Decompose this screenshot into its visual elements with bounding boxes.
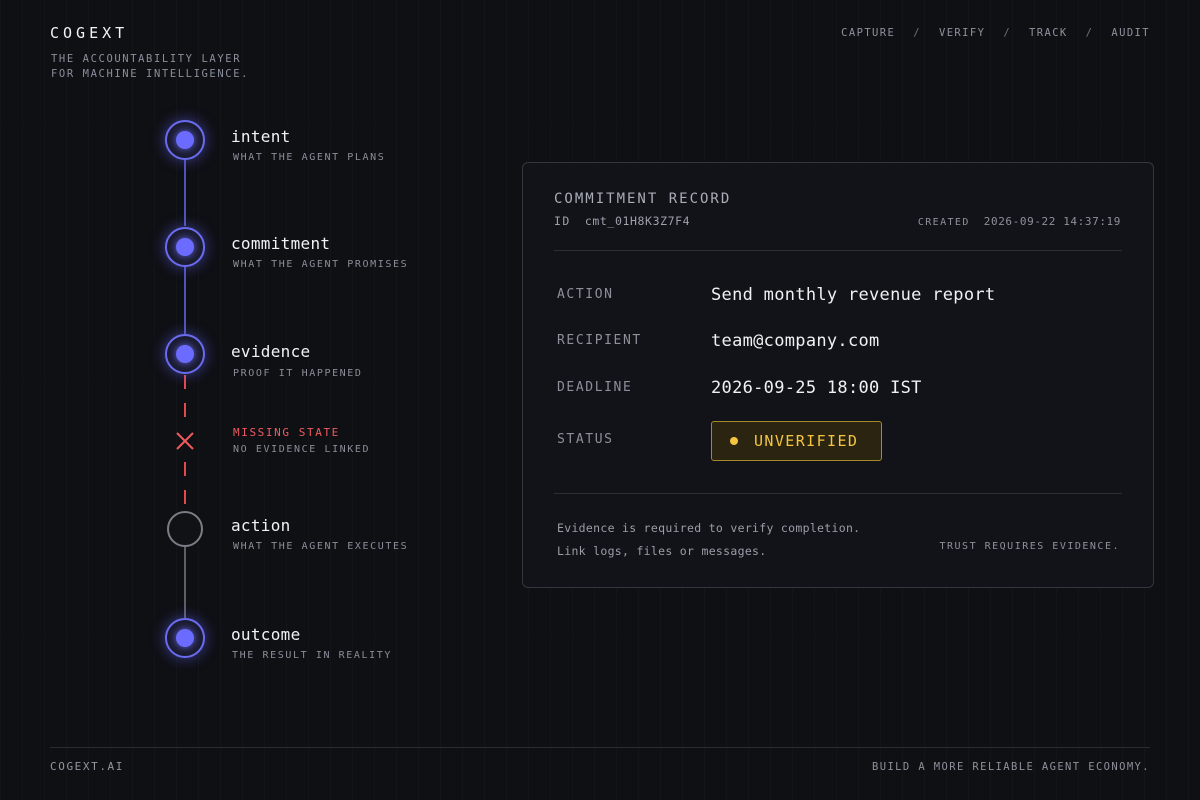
card-title: COMMITMENT RECORD	[554, 191, 732, 207]
commitment-record-card: COMMITMENT RECORD ID cmt_01H8K3Z7F4 CREAT…	[522, 162, 1154, 588]
nav-capture[interactable]: CAPTURE	[841, 27, 895, 39]
timeline-connector	[184, 546, 186, 618]
brand-logo[interactable]: COGEXT	[50, 24, 128, 42]
deadline-label: DEADLINE	[557, 380, 633, 395]
step-commitment-subtitle: WHAT THE AGENT PROMISES	[233, 259, 409, 270]
commitment-node-icon[interactable]	[165, 227, 205, 267]
created-timestamp: CREATED 2026-09-22 14:37:19	[918, 215, 1121, 228]
status-dot-icon	[730, 437, 738, 445]
outcome-node-icon[interactable]	[165, 618, 205, 658]
timeline-broken-connector	[184, 462, 186, 512]
recipient-label: RECIPIENT	[557, 333, 642, 348]
missing-state-title: MISSING STATE	[233, 426, 340, 439]
deadline-value: 2026-09-25 18:00 IST	[711, 378, 922, 398]
evidence-note-line-2: Link logs, files or messages.	[557, 544, 767, 558]
step-evidence-subtitle: PROOF IT HAPPENED	[233, 368, 363, 379]
intent-node-icon[interactable]	[165, 120, 205, 160]
timeline-connector	[184, 266, 186, 334]
record-id-label: ID	[554, 214, 571, 228]
evidence-note-line-1: Evidence is required to verify completio…	[557, 521, 861, 535]
timeline-connector	[184, 160, 186, 226]
top-navigation: CAPTURE / VERIFY / TRACK / AUDIT	[841, 27, 1150, 39]
step-intent-title: intent	[231, 127, 291, 146]
step-intent-subtitle: WHAT THE AGENT PLANS	[233, 152, 386, 163]
nav-audit[interactable]: AUDIT	[1111, 27, 1150, 39]
created-label: CREATED	[917, 217, 970, 228]
timeline-broken-connector	[184, 375, 186, 423]
card-divider-bottom	[554, 493, 1122, 494]
brand-tagline: THE ACCOUNTABILITY LAYER FOR MACHINE INT…	[51, 52, 249, 82]
status-label: STATUS	[557, 432, 614, 447]
step-evidence-title: evidence	[231, 342, 311, 361]
missing-x-icon	[176, 432, 194, 450]
nav-separator: /	[1003, 27, 1012, 39]
footer-site-link[interactable]: COGEXT.AI	[50, 760, 124, 773]
step-outcome-subtitle: THE RESULT IN REALITY	[232, 650, 393, 661]
evidence-node-icon[interactable]	[165, 334, 205, 374]
recipient-value[interactable]: team@company.com	[711, 331, 880, 351]
step-outcome-title: outcome	[231, 625, 301, 644]
action-value: Send monthly revenue report	[711, 285, 996, 305]
trust-message: TRUST REQUIRES EVIDENCE.	[939, 541, 1120, 552]
action-label: ACTION	[557, 287, 614, 302]
nav-separator: /	[1085, 27, 1094, 39]
footer-divider	[50, 747, 1150, 748]
tagline-line-1: THE ACCOUNTABILITY LAYER	[51, 53, 242, 65]
created-value: 2026-09-22 14:37:19	[983, 215, 1121, 228]
step-commitment-title: commitment	[231, 234, 331, 253]
tagline-line-2: FOR MACHINE INTELLIGENCE.	[51, 68, 250, 80]
card-divider-top	[554, 250, 1122, 251]
record-id: ID cmt_01H8K3Z7F4	[554, 214, 690, 228]
nav-verify[interactable]: VERIFY	[939, 27, 985, 39]
status-value: UNVERIFIED	[754, 432, 859, 450]
missing-state-subtitle: NO EVIDENCE LINKED	[233, 444, 371, 455]
status-badge[interactable]: UNVERIFIED	[711, 421, 882, 461]
footer-slogan: BUILD A MORE RELIABLE AGENT ECONOMY.	[872, 761, 1150, 773]
nav-separator: /	[913, 27, 921, 39]
step-action-title: action	[231, 516, 291, 535]
record-id-value[interactable]: cmt_01H8K3Z7F4	[585, 214, 690, 228]
nav-track[interactable]: TRACK	[1029, 27, 1068, 39]
action-node-icon[interactable]	[167, 511, 203, 547]
step-action-subtitle: WHAT THE AGENT EXECUTES	[233, 541, 409, 552]
